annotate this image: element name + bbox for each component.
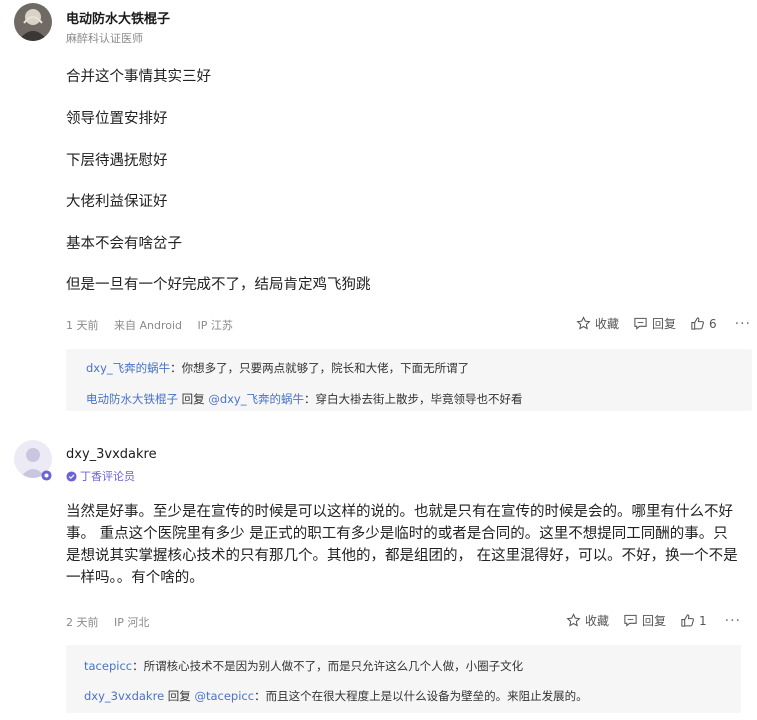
reviewer-badge-icon (66, 470, 77, 482)
reply-text: 你想多了，只要两点就够了，院长和大佬，下面无所谓了 (181, 361, 470, 375)
comment-paragraph: 基本不会有啥岔子 (66, 236, 182, 252)
verified-badge-icon (41, 470, 52, 481)
comment-meta: 1 天前 来自 Android IP 江苏 (66, 317, 245, 333)
reply-text: 穿白大褂去街上散步，毕竟领导也不好看 (315, 392, 523, 406)
reply-item: dxy_飞奔的蜗牛：你想多了，只要两点就够了，院长和大佬，下面无所谓了 (86, 361, 470, 375)
favorite-button[interactable]: 收藏 (576, 315, 619, 332)
reply-author[interactable]: dxy_3vxdakre (84, 689, 164, 703)
comment-paragraph: 领导位置安排好 (66, 111, 168, 127)
comment-body: 当然是好事。至少是在宣传的时候是可以这样的说的。也就是只有在宣传的时候是会的。哪… (66, 504, 738, 586)
avatar[interactable] (14, 3, 52, 41)
author-name[interactable]: dxy_3vxdakre (66, 447, 157, 462)
like-count: 6 (709, 316, 717, 331)
more-options-button[interactable]: ··· (735, 316, 751, 332)
reply-target[interactable]: @tacepicc (194, 689, 254, 703)
thumbs-up-icon (681, 614, 694, 627)
reply-list: dxy_飞奔的蜗牛：你想多了，只要两点就够了，院长和大佬，下面无所谓了 电动防水… (66, 349, 752, 411)
post-source: 来自 Android (114, 319, 183, 332)
reply-author[interactable]: tacepicc (84, 659, 132, 673)
like-count: 1 (699, 613, 707, 628)
star-icon (576, 316, 591, 330)
reply-item: 电动防水大铁棍子 回复 @dxy_飞奔的蜗牛：穿白大褂去街上散步，毕竟领导也不好… (86, 392, 523, 406)
thumbs-up-icon (691, 317, 704, 330)
reply-item: tacepicc：所谓核心技术不是因为别人做不了，而是只允许这么几个人做，小圈子… (84, 659, 524, 673)
reply-author[interactable]: 电动防水大铁棍子 (86, 392, 178, 406)
comment-paragraph: 合并这个事情其实三好 (66, 69, 211, 85)
favorite-button[interactable]: 收藏 (566, 612, 609, 629)
reply-text: 所谓核心技术不是因为别人做不了，而是只允许这么几个人做，小圈子文化 (143, 659, 524, 673)
post-time: 2 天前 (66, 616, 99, 629)
author-role: 丁香评论员 (66, 468, 135, 485)
reply-list: tacepicc：所谓核心技术不是因为别人做不了，而是只允许这么几个人做，小圈子… (66, 645, 741, 713)
post-time: 1 天前 (66, 319, 99, 332)
like-button[interactable]: 1 (680, 613, 707, 628)
ip-location: IP 江苏 (197, 319, 233, 332)
comment-paragraph: 下层待遇抚慰好 (66, 153, 168, 169)
comment-icon (624, 614, 637, 627)
star-icon (566, 613, 581, 627)
comment-actions: 收藏 回复 1 ··· (552, 612, 741, 629)
author-name[interactable]: 电动防水大铁棍子 (66, 8, 170, 27)
like-button[interactable]: 6 (690, 316, 717, 331)
reply-text: 而且这个在很大程度上是以什么设备为壁垒的。来阻止发展的。 (265, 689, 588, 703)
comment-icon (634, 317, 647, 330)
ip-location: IP 河北 (114, 616, 150, 629)
reply-button[interactable]: 回复 (623, 612, 666, 629)
reply-author[interactable]: dxy_飞奔的蜗牛 (86, 361, 170, 375)
comment-paragraph: 大佬利益保证好 (66, 194, 168, 210)
comment-paragraph: 但是一旦有一个好完成不了，结局肯定鸡飞狗跳 (66, 277, 371, 293)
reply-target[interactable]: @dxy_飞奔的蜗牛 (208, 392, 304, 406)
reply-item: dxy_3vxdakre 回复 @tacepicc：而且这个在很大程度上是以什么… (84, 689, 588, 703)
reply-button[interactable]: 回复 (633, 315, 676, 332)
author-role: 麻醉科认证医师 (66, 32, 143, 45)
more-options-button[interactable]: ··· (725, 613, 741, 629)
comment-meta: 2 天前 IP 河北 (66, 614, 161, 630)
comment-actions: 收藏 回复 6 ··· (562, 315, 751, 332)
